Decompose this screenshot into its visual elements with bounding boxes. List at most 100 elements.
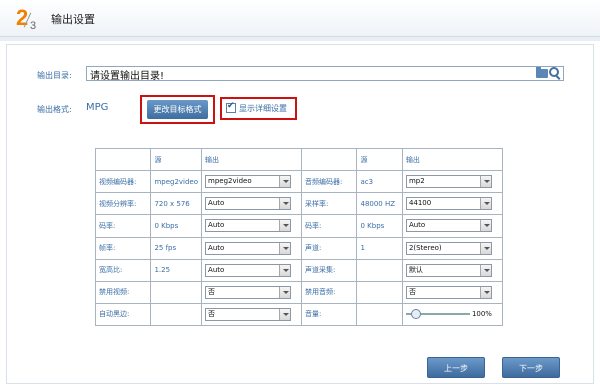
chevron-down-icon[interactable] (479, 198, 491, 210)
table-row: 视频编码器: mpeg2video mpeg2video 音频编码器: ac3 mp2 (94, 170, 504, 194)
chevron-down-icon[interactable] (479, 286, 491, 298)
audio-output-select[interactable]: 2(Stereo) (405, 241, 492, 255)
chevron-down-icon[interactable] (279, 308, 291, 320)
step-current: 2 (16, 5, 29, 30)
audio-output-cell: Auto (401, 214, 504, 238)
video-source-value: mpeg2video (150, 170, 203, 194)
header-divider (0, 37, 600, 41)
audio-output-cell: 否 (401, 280, 504, 304)
table-row: 视频分辨率: 720 x 576 Auto 采样率: 48000 HZ 44100 (94, 192, 504, 216)
video-output-cell: Auto (201, 258, 303, 282)
video-output-select[interactable]: 否 (205, 307, 292, 321)
audio-source-value (356, 302, 403, 327)
output-format-value: MPG (86, 102, 109, 113)
video-setting-label: 禁用视频: (94, 280, 152, 304)
detail-checkbox-label[interactable]: 显示详细设置 (239, 103, 287, 114)
table-row: 宽高比: 1.25 Auto 声道采集: 默认 (94, 258, 504, 282)
chevron-down-icon[interactable] (279, 176, 291, 188)
chevron-down-icon[interactable] (479, 242, 491, 254)
video-source-value (150, 302, 203, 327)
video-output-select[interactable]: Auto (205, 241, 292, 255)
header-empty (301, 147, 358, 172)
header-out: 输出 (201, 147, 303, 172)
video-output-select[interactable]: 否 (205, 285, 292, 299)
page-title: 输出设置 (51, 13, 95, 26)
output-format-label: 输出格式: (37, 105, 72, 114)
audio-source-value: ac3 (356, 170, 403, 194)
audio-output-selected-value: 2(Stereo) (408, 243, 442, 252)
video-setting-label: 码率: (94, 214, 152, 238)
video-output-selected-value: Auto (208, 221, 225, 230)
audio-output-select[interactable]: Auto (405, 219, 492, 233)
video-output-selected-value: 否 (208, 287, 216, 296)
audio-output-select[interactable]: 否 (405, 285, 492, 299)
audio-output-selected-value: mp2 (408, 177, 425, 186)
next-button[interactable]: 下一步 (502, 357, 560, 378)
video-source-value: 0 Kbps (150, 214, 203, 238)
audio-output-cell: 2(Stereo) (401, 236, 504, 260)
chevron-down-icon[interactable] (479, 264, 491, 276)
audio-setting-label: 声道采集: (301, 258, 358, 282)
header-empty (94, 147, 152, 172)
step-total: 3 (30, 20, 37, 32)
audio-output-cell: 默认 (401, 258, 504, 282)
video-setting-label: 视频编码器: (94, 170, 152, 194)
video-source-value: 1.25 (150, 258, 203, 282)
video-output-cell: 否 (201, 302, 303, 327)
volume-knob[interactable] (410, 309, 421, 320)
chevron-down-icon[interactable] (279, 220, 291, 232)
audio-output-select[interactable]: mp2 (405, 175, 492, 189)
output-dir-input[interactable]: 请设置输出目录! (86, 66, 564, 82)
volume-value: 100% (471, 310, 492, 319)
audio-output-selected-value: Auto (408, 221, 426, 230)
audio-setting-label: 禁用音频: (301, 280, 358, 304)
table-row: 帧率: 25 fps Auto 声道: 1 2(Stereo) (94, 236, 504, 260)
video-output-cell: Auto (201, 192, 303, 216)
chevron-down-icon[interactable] (279, 242, 291, 254)
header-src: 源 (356, 147, 403, 172)
video-output-selected-value: Auto (208, 199, 225, 208)
audio-output-cell: 100% (401, 302, 504, 327)
table-header-row: 源输出源输出 (94, 147, 504, 172)
chevron-down-icon[interactable] (279, 286, 291, 298)
chevron-down-icon[interactable] (279, 198, 291, 210)
audio-output-select[interactable]: 默认 (405, 263, 492, 277)
audio-source-value (356, 258, 403, 282)
audio-source-value: 0 Kbps (356, 214, 403, 238)
audio-setting-label: 码率: (301, 214, 358, 238)
header-src: 源 (150, 147, 203, 172)
video-output-select[interactable]: Auto (205, 219, 292, 233)
audio-output-cell: 44100 (401, 192, 504, 216)
video-output-select[interactable]: Auto (205, 197, 292, 211)
audio-output-select[interactable]: 44100 (405, 197, 492, 211)
audio-output-selected-value: 否 (408, 287, 416, 296)
chevron-down-icon[interactable] (479, 220, 491, 232)
audio-output-selected-value: 默认 (408, 265, 423, 274)
audio-setting-label: 音频编码器: (301, 170, 358, 194)
video-source-value (150, 280, 203, 304)
audio-source-value: 48000 HZ (356, 192, 403, 216)
video-setting-label: 帧率: (94, 236, 152, 260)
prev-button[interactable]: 上一步 (427, 357, 485, 378)
folder-icon[interactable] (536, 67, 548, 78)
video-source-value: 25 fps (150, 236, 203, 260)
change-format-button[interactable]: 更改目标格式 (147, 100, 208, 119)
video-output-cell: mpeg2video (201, 170, 303, 194)
chevron-down-icon[interactable] (479, 176, 491, 188)
table-row: 禁用视频: 否 禁用音频: 否 (94, 280, 504, 304)
chevron-down-icon[interactable] (279, 264, 291, 276)
volume-slider[interactable] (405, 308, 470, 320)
detail-checkbox[interactable] (226, 101, 236, 113)
video-output-select[interactable]: mpeg2video (205, 175, 292, 189)
video-output-selected-value: Auto (208, 243, 225, 252)
video-output-cell: 否 (201, 280, 303, 304)
audio-setting-label: 音量: (301, 302, 358, 327)
header-bar: 2 3 输出设置 (0, 0, 600, 37)
video-output-selected-value: 否 (208, 309, 216, 318)
video-output-selected-value: Auto (208, 265, 225, 274)
video-output-select[interactable]: Auto (205, 263, 292, 277)
audio-source-value: 1 (356, 236, 403, 260)
video-output-cell: Auto (201, 236, 303, 260)
search-icon[interactable] (549, 67, 559, 77)
audio-source-value (356, 280, 403, 304)
